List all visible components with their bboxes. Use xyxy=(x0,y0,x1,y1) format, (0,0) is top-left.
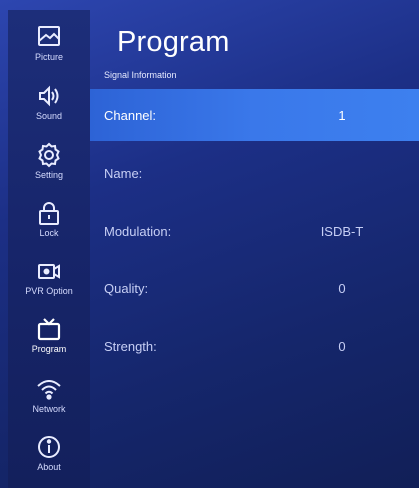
section-subtitle: Signal Information xyxy=(104,70,177,80)
record-camera-icon xyxy=(36,258,62,284)
row-label: Name: xyxy=(104,165,143,181)
sidebar-item-sound[interactable]: Sound xyxy=(8,83,90,139)
picture-icon xyxy=(36,24,62,50)
row-value: ISDB-T xyxy=(320,223,364,239)
row-label: Channel: xyxy=(104,107,157,123)
speaker-icon xyxy=(36,83,62,109)
row-value: 0 xyxy=(338,280,346,296)
sidebar-item-picture[interactable]: Picture xyxy=(8,24,90,80)
sidebar-item-label: About xyxy=(37,462,61,472)
program-menu-screen: Picture Sound Setting Lock PVR Option Pr… xyxy=(0,0,419,488)
gear-icon xyxy=(36,142,62,168)
sidebar-item-label: Program xyxy=(31,344,67,354)
row-value: 1 xyxy=(338,107,346,123)
sidebar-item-label: Sound xyxy=(35,111,63,121)
sidebar-item-label: Network xyxy=(32,404,66,414)
info-row-strength[interactable]: Strength: 0 xyxy=(90,320,419,372)
info-icon xyxy=(36,434,62,460)
lock-icon xyxy=(36,200,62,226)
info-row-name[interactable]: Name: xyxy=(90,147,419,199)
sidebar-item-program[interactable]: Program xyxy=(8,316,90,372)
sidebar-item-label: Lock xyxy=(39,228,59,238)
sidebar-item-setting[interactable]: Setting xyxy=(8,142,90,198)
wifi-icon xyxy=(36,376,62,402)
row-label: Modulation: xyxy=(104,223,172,239)
sidebar-item-pvr-option[interactable]: PVR Option xyxy=(8,258,90,314)
tv-icon xyxy=(36,316,62,342)
row-value: 0 xyxy=(338,338,346,354)
info-row-modulation[interactable]: Modulation: ISDB-T xyxy=(90,205,419,257)
sidebar: Picture Sound Setting Lock PVR Option Pr… xyxy=(8,10,90,488)
info-row-channel[interactable]: Channel: 1 xyxy=(90,89,419,141)
page-title: Program xyxy=(117,26,230,58)
sidebar-item-label: Setting xyxy=(34,170,64,180)
sidebar-item-label: Picture xyxy=(34,52,63,62)
sidebar-item-network[interactable]: Network xyxy=(8,376,90,432)
sidebar-item-label: PVR Option xyxy=(25,286,73,296)
row-label: Quality: xyxy=(104,280,149,296)
sidebar-item-about[interactable]: About xyxy=(8,434,90,488)
info-row-quality[interactable]: Quality: 0 xyxy=(90,262,419,314)
row-label: Strength: xyxy=(104,338,157,354)
sidebar-item-lock[interactable]: Lock xyxy=(8,200,90,256)
